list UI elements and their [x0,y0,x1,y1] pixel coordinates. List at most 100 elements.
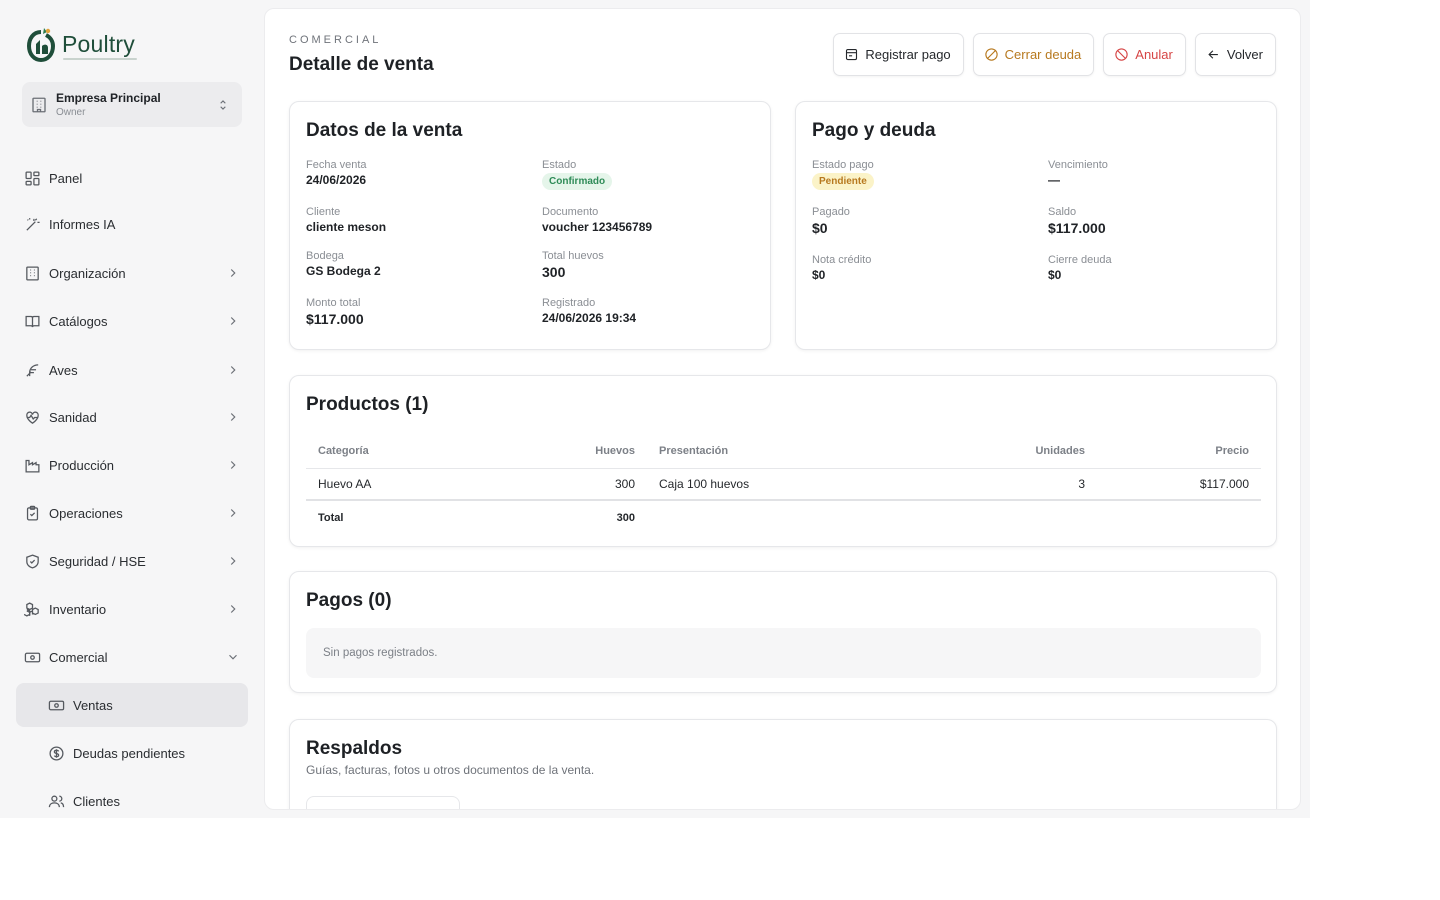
field-vencimiento: Vencimiento — [1048,159,1108,187]
payment-status-badge: Pendiente [812,173,874,190]
field-value: voucher 123456789 [542,220,653,234]
brand-logo[interactable]: Poultry [26,26,135,62]
cash-icon [48,700,65,710]
field-value: 24/06/2026 19:34 [542,311,637,325]
sidebar-subitem-ventas[interactable]: Ventas [16,683,248,727]
sidebar-item-informes-ia[interactable]: Informes IA [16,202,248,246]
total-label: Total [306,499,566,534]
field-label: Pagado [812,206,850,218]
sidebar-item-produccion[interactable]: Producción [16,443,248,487]
sidebar-item-label: Organización [49,265,126,281]
sidebar-item-aves[interactable]: Aves [16,348,248,392]
field-documento: Documento voucher 123456789 [542,206,652,234]
field-nota-credito: Nota crédito $0 [812,254,871,282]
brand-name: Poultry [62,30,135,57]
cash-icon [24,652,41,662]
factory-icon [25,459,40,473]
sidebar-subitem-clientes[interactable]: Clientes [16,779,248,818]
close-debt-button[interactable]: Cerrar deuda [972,33,1095,76]
chevron-up-down-icon [220,99,226,110]
sidebar-item-sanidad[interactable]: Sanidad [16,395,248,439]
field-value: 300 [542,264,566,280]
upload-area[interactable] [306,796,460,809]
sidebar-subitem-deudas-pendientes[interactable]: Deudas pendientes [16,731,248,775]
field-label: Documento [542,206,599,218]
register-payment-button[interactable]: Registrar pago [833,33,964,76]
cell-precio: $117.000 [1097,468,1261,501]
cell-huevos: 300 [566,468,647,501]
wand-icon [26,217,40,231]
sidebar-item-inventario[interactable]: Inventario [16,587,248,631]
chevron-right-icon [230,461,236,469]
chevron-right-icon [230,317,236,325]
products-card: Productos (1) Categoría Huevos Presentac… [289,375,1277,547]
field-label: Estado pago [812,159,874,171]
table-row: Huevo AA 300 Caja 100 huevos 3 $117.000 [306,468,1261,501]
backups-title: Respaldos [306,738,403,759]
chevron-right-icon [230,366,236,374]
field-label: Total huevos [542,250,604,262]
sidebar-item-panel[interactable]: Panel [16,156,248,200]
table-header-row: Categoría Huevos Presentación Unidades P… [306,434,1261,469]
brand-tagline-mark [63,58,137,60]
field-label: Nota crédito [812,254,872,266]
sidebar-item-label: Producción [49,457,115,473]
sidebar-item-label: Comercial [49,649,108,665]
cell-presentacion: Caja 100 huevos [647,468,927,501]
field-label: Fecha venta [306,159,367,171]
products-title: Productos (1) [306,394,429,415]
header-actions: Registrar pago Cerrar deuda Anular Volve… [833,33,1276,76]
feather-icon [26,363,39,377]
sidebar-subitem-label: Ventas [73,697,113,713]
building-icon [26,265,39,281]
chevron-right-icon [230,557,236,565]
field-total-huevos: Total huevos 300 [542,250,604,280]
field-cierre-deuda: Cierre deuda $0 [1048,254,1112,282]
sidebar-item-catalogos[interactable]: Catálogos [16,299,248,343]
payments-empty-state: Sin pagos registrados. [306,628,1261,678]
poultry-logo-icon [26,28,56,62]
field-label: Monto total [306,297,361,309]
sidebar-item-label: Informes IA [49,216,116,232]
sidebar-item-label: Catálogos [49,313,108,329]
sidebar-item-organizacion[interactable]: Organización [16,251,248,295]
field-value: GS Bodega 2 [306,264,381,278]
backups-card: Respaldos Guías, facturas, fotos u otros… [289,719,1277,809]
field-bodega: Bodega GS Bodega 2 [306,250,381,278]
field-label: Estado [542,159,577,171]
field-label: Bodega [306,250,344,262]
slash-circle-icon [984,48,998,61]
field-value: $117.000 [306,311,364,327]
sidebar-item-label: Panel [49,170,83,186]
sidebar-item-comercial[interactable]: Comercial [16,635,248,679]
field-value: 24/06/2026 [306,173,367,187]
chevron-right-icon [230,269,236,277]
sidebar-subitem-label: Clientes [73,793,120,809]
chevron-down-icon [229,654,237,660]
sidebar-item-seguridad-hse[interactable]: Seguridad / HSE [16,539,248,583]
shield-icon [26,553,39,569]
sale-details-card: Datos de la venta Fecha venta 24/06/2026… [289,101,771,350]
cell-categoria: Huevo AA [306,468,566,501]
sidebar-item-operaciones[interactable]: Operaciones [16,491,248,535]
payment-debt-title: Pago y deuda [812,120,936,141]
field-value: $0 [812,268,826,282]
col-presentacion: Presentación [647,434,927,469]
field-label: Registrado [542,297,596,309]
company-role: Owner [56,107,86,118]
field-value: — [1048,173,1060,187]
breadcrumb: COMERCIAL [289,34,382,46]
receipt-icon [846,48,858,61]
back-button[interactable]: Volver [1194,33,1276,76]
clipboard-icon [26,505,39,521]
status-badge: Confirmado [542,173,613,190]
field-estado: Estado Confirmado [542,159,613,190]
grid-icon [25,170,40,186]
field-pagado: Pagado $0 [812,206,850,236]
payments-title: Pagos (0) [306,590,392,611]
sidebar: Poultry Empresa Principal Owner Panel In… [0,0,262,818]
heart-pulse-icon [26,411,39,424]
company-switcher[interactable]: Empresa Principal Owner [22,82,242,127]
cancel-sale-button[interactable]: Anular [1103,33,1186,76]
field-value: $0 [1048,268,1062,282]
